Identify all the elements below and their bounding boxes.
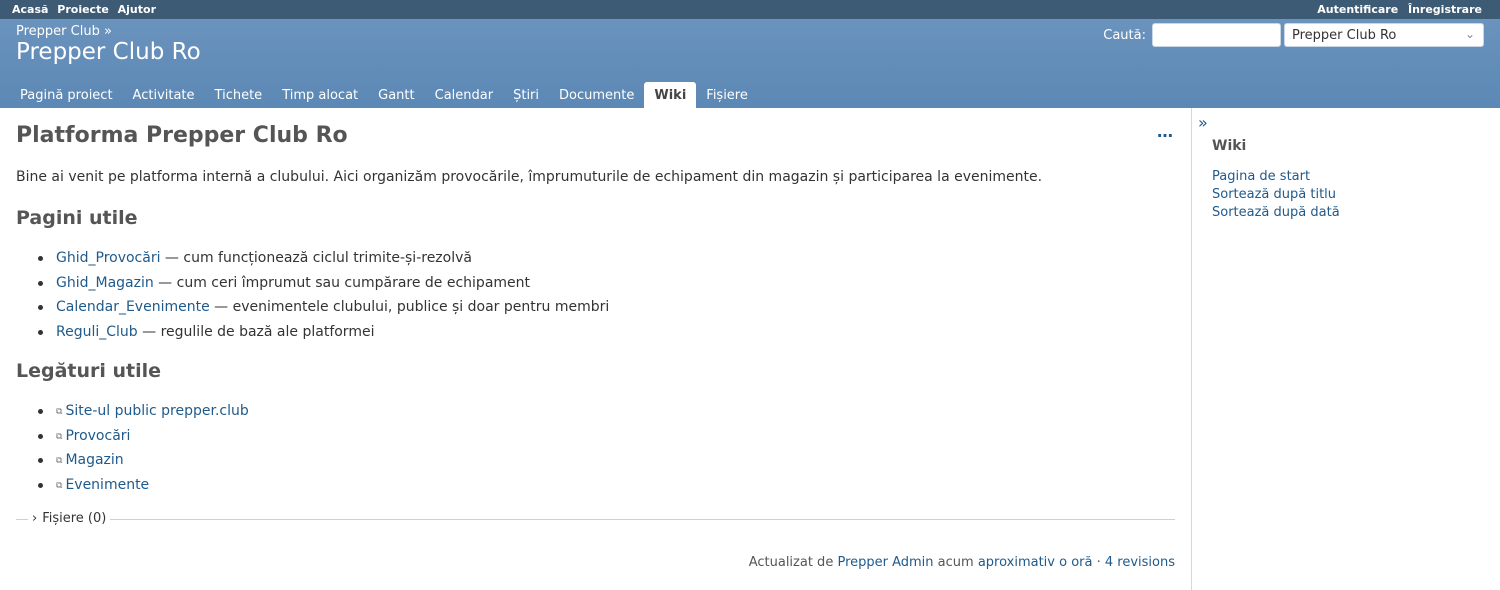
sidebar-links: Pagina de start Sortează după titlu Sort… (1212, 168, 1340, 222)
external-link-icon: ⧉ (56, 480, 63, 491)
external-link[interactable]: Magazin (65, 452, 123, 468)
updated-prefix: Actualizat de (748, 555, 838, 570)
tab-calendar[interactable]: Calendar (425, 82, 503, 108)
list-item: Ghid_Magazin — cum ceri împrumut sau cum… (38, 274, 609, 299)
tab-issues[interactable]: Tichete (205, 82, 273, 108)
wiki-link[interactable]: Reguli_Club (56, 324, 138, 340)
breadcrumb[interactable]: Prepper Club » (16, 24, 112, 39)
tab-gantt[interactable]: Gantt (368, 82, 424, 108)
sidebar-link-by-title[interactable]: Sortează după titlu (1212, 186, 1340, 204)
project-select[interactable]: Prepper Club Ro ⌄ (1284, 23, 1484, 47)
top-menu-left: Acasă Proiecte Ajutor (12, 3, 161, 16)
chevron-down-icon: ⌄ (1464, 27, 1475, 41)
links-heading: Legături utile (16, 360, 162, 382)
links-list: ⧉ Site-ul public prepper.club ⧉ Provocări … (38, 402, 249, 500)
main-content: Platforma Prepper Club Ro … Bine ai veni… (0, 108, 1191, 590)
top-menu-right: Autentificare Înregistrare (1311, 3, 1482, 16)
tab-overview[interactable]: Pagină proiect (10, 82, 123, 108)
link-description: — regulile de bază ale platformei (137, 323, 375, 340)
register-link[interactable]: Înregistrare (1408, 3, 1482, 16)
wiki-link[interactable]: Calendar_Evenimente (56, 299, 210, 315)
sidebar-title: Wiki (1212, 138, 1247, 154)
header: Prepper Club » Prepper Club Ro Caută: Pr… (0, 19, 1500, 108)
wiki-link[interactable]: Ghid_Provocări (56, 250, 160, 266)
more-actions-icon[interactable]: … (1157, 122, 1173, 141)
sidebar-link-start[interactable]: Pagina de start (1212, 168, 1340, 186)
attachments-toggle[interactable]: › Fișiere (0) (28, 511, 111, 526)
page-title: Platforma Prepper Club Ro (16, 123, 348, 148)
link-description: — cum funcționează ciclul trimite-și-rez… (160, 250, 472, 266)
main-menu: Pagină proiect Activitate Tichete Timp a… (10, 82, 758, 108)
project-select-value: Prepper Club Ro (1292, 28, 1397, 43)
attachments-divider (16, 519, 1175, 520)
sidebar: » Wiki Pagina de start Sortează după tit… (1191, 108, 1500, 590)
list-item: ⧉ Evenimente (38, 476, 249, 501)
external-link-icon: ⧉ (56, 456, 63, 466)
search-label: Caută: (1103, 27, 1146, 43)
list-item: ⧉ Magazin (38, 451, 249, 476)
sidebar-toggle-icon[interactable]: » (1198, 113, 1208, 132)
intro-paragraph: Bine ai venit pe platforma internă a clu… (16, 169, 1043, 185)
pages-heading: Pagini utile (16, 207, 138, 229)
updated-middle: acum (933, 555, 978, 570)
tab-time-entries[interactable]: Timp alocat (272, 82, 368, 108)
wiki-link[interactable]: Ghid_Magazin (56, 275, 154, 291)
attachments-label: Fișiere (0) (42, 511, 107, 526)
external-link-icon: ⧉ (56, 407, 63, 417)
search-input[interactable] (1152, 23, 1281, 47)
list-item: ⧉ Site-ul public prepper.club (38, 402, 249, 427)
list-item: Calendar_Evenimente — evenimentele clubu… (38, 298, 609, 323)
separator: · (1092, 555, 1105, 570)
updated-info: Actualizat de Prepper Admin acum aproxim… (749, 555, 1175, 570)
sidebar-link-by-date[interactable]: Sortează după dată (1212, 204, 1340, 222)
top-link-help[interactable]: Ajutor (118, 3, 156, 16)
external-link[interactable]: Evenimente (65, 477, 149, 493)
tab-news[interactable]: Știri (503, 82, 549, 108)
author-link[interactable]: Prepper Admin (837, 555, 933, 570)
project-title: Prepper Club Ro (16, 39, 201, 65)
top-menu: Acasă Proiecte Ajutor Autentificare Înre… (0, 0, 1500, 19)
list-item: Reguli_Club — regulile de bază ale platf… (38, 323, 609, 348)
revisions-link[interactable]: 4 revisions (1105, 555, 1175, 570)
pages-list: Ghid_Provocări — cum funcționează ciclul… (38, 249, 609, 347)
tab-activity[interactable]: Activitate (123, 82, 205, 108)
external-link-icon: ⧉ (56, 431, 63, 442)
external-link[interactable]: Provocări (65, 428, 130, 444)
time-link[interactable]: aproximativ o oră (978, 555, 1093, 570)
login-link[interactable]: Autentificare (1317, 3, 1398, 16)
external-link[interactable]: Site-ul public prepper.club (65, 403, 248, 419)
link-description: — evenimentele clubului, publice și doar… (209, 299, 610, 315)
search-area: Caută: Prepper Club Ro ⌄ (1103, 23, 1484, 47)
list-item: ⧉ Provocări (38, 427, 249, 452)
tab-documents[interactable]: Documente (549, 82, 644, 108)
tab-files[interactable]: Fișiere (696, 82, 758, 108)
tab-wiki[interactable]: Wiki (644, 82, 697, 108)
chevron-right-icon: › (32, 511, 38, 526)
top-link-home[interactable]: Acasă (12, 3, 48, 16)
top-link-projects[interactable]: Proiecte (57, 3, 109, 16)
list-item: Ghid_Provocări — cum funcționează ciclul… (38, 249, 609, 274)
link-description: — cum ceri împrumut sau cumpărare de ech… (153, 274, 531, 291)
